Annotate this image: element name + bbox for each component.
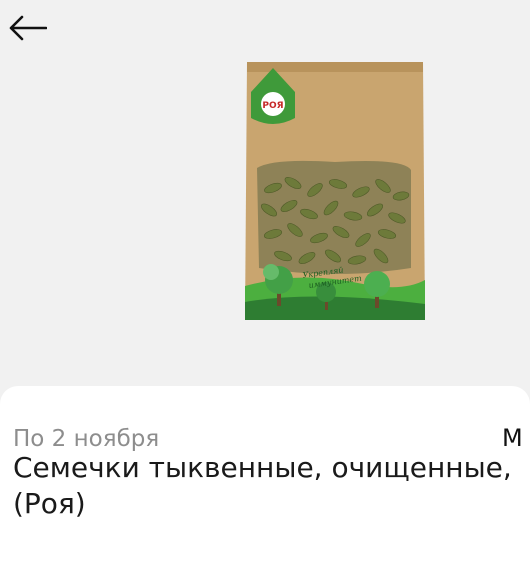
product-title-line-1: Семечки тыквенные, очищенные, [13,451,512,484]
pumpkin-seeds-package-image: РОЯ Укрепляй иммунитет [245,62,425,320]
back-button[interactable] [4,8,50,48]
arrow-left-icon [9,15,47,41]
product-title-line-2: (Роя) [13,487,86,520]
product-gallery[interactable]: РОЯ Укрепляй иммунитет [0,0,530,390]
product-details-sheet: По 2 ноября М Семечки тыквенные, очищенн… [0,386,530,563]
delivery-date: По 2 ноября [13,426,160,452]
product-title: Семечки тыквенные, очищенные, (Роя) [13,450,530,522]
price-label: М [502,424,523,452]
svg-text:РОЯ: РОЯ [262,101,283,111]
